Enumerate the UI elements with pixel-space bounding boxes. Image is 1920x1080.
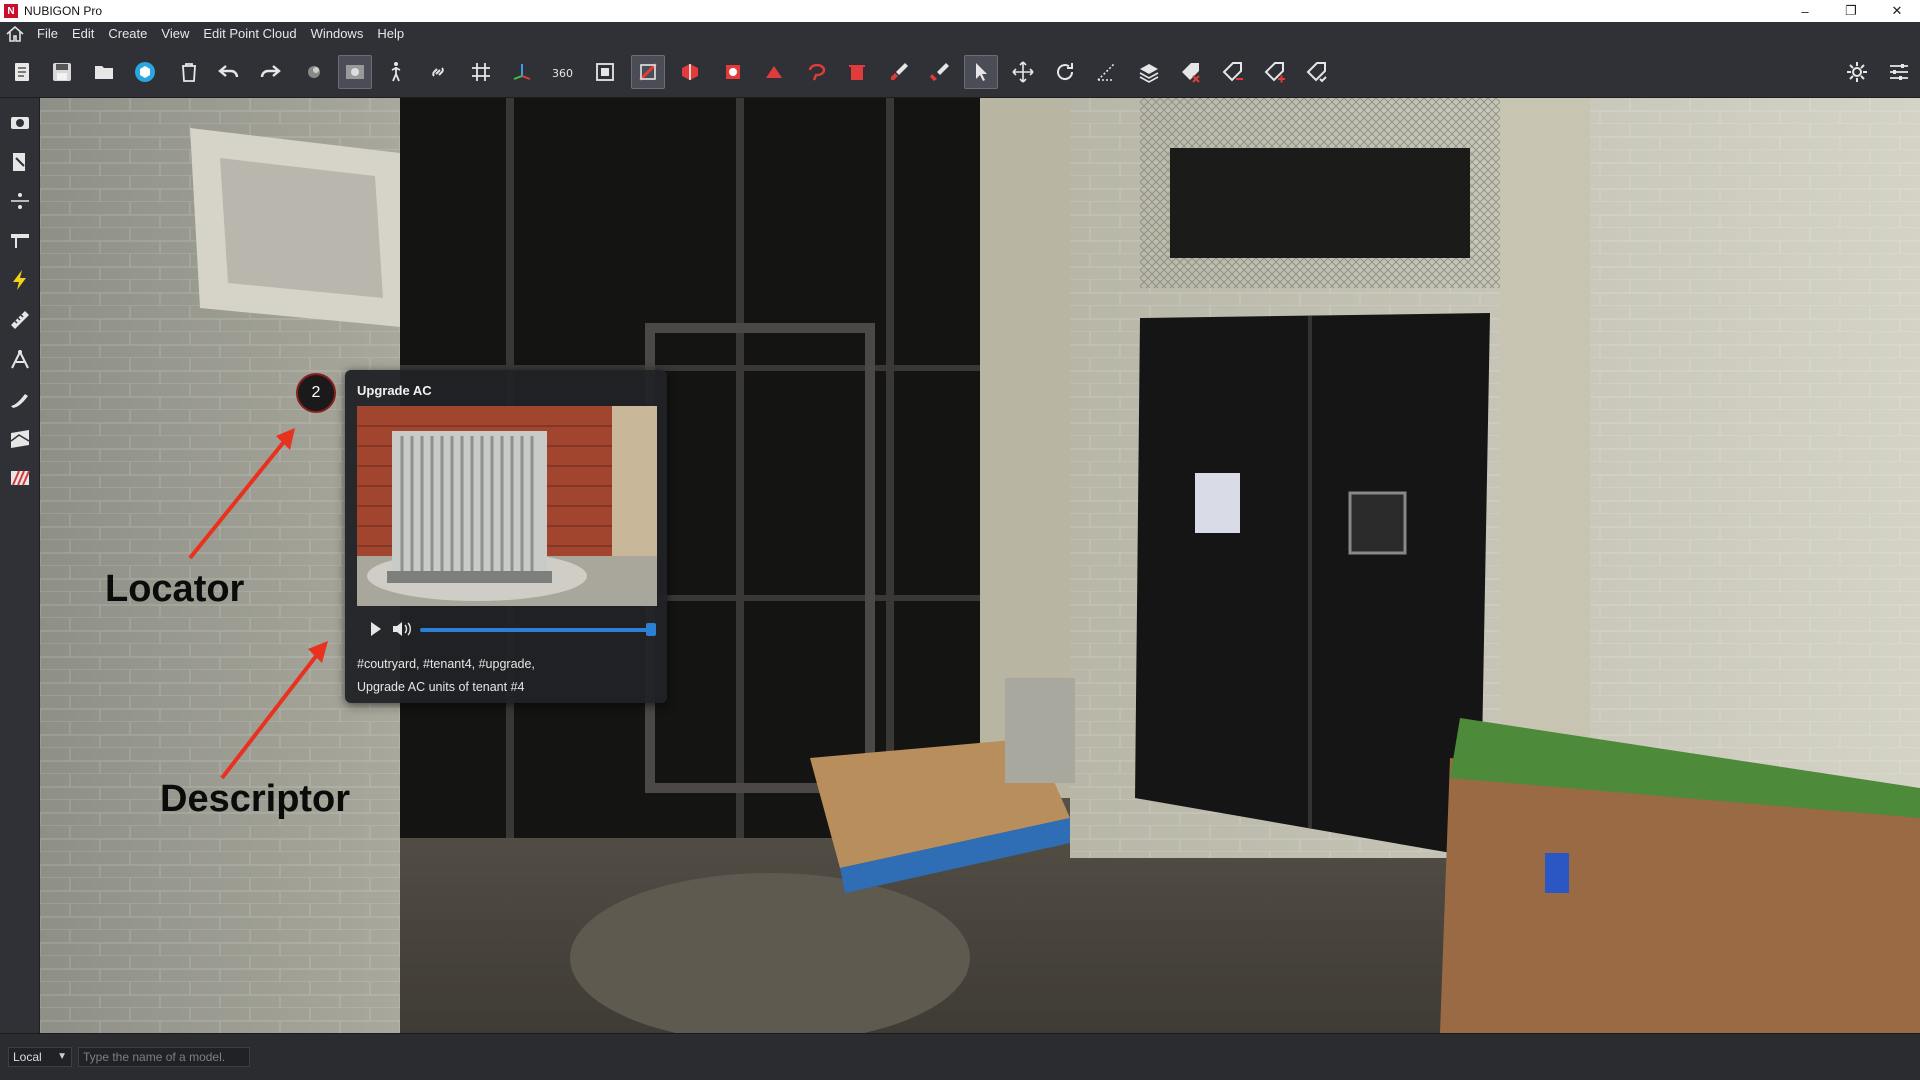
lasso-icon[interactable] <box>799 55 833 89</box>
waypoint-icon[interactable] <box>6 346 34 374</box>
trash-points-icon[interactable] <box>840 55 874 89</box>
save-icon[interactable] <box>45 55 79 89</box>
app-logo-icon: N <box>4 4 18 18</box>
progress-handle <box>646 623 656 636</box>
volume-icon <box>393 622 402 636</box>
360-icon[interactable]: 360 <box>546 55 580 89</box>
align-icon[interactable] <box>6 187 34 215</box>
menu-create[interactable]: Create <box>101 22 154 46</box>
annotation-locator[interactable]: 2 <box>296 373 336 413</box>
brush-icon[interactable] <box>882 55 916 89</box>
menu-view[interactable]: View <box>154 22 196 46</box>
menu-windows[interactable]: Windows <box>304 22 371 46</box>
layers-icon[interactable] <box>1132 55 1166 89</box>
menu-edit-point-cloud[interactable]: Edit Point Cloud <box>196 22 303 46</box>
grid-icon[interactable] <box>464 55 498 89</box>
play-icon <box>371 622 381 636</box>
ruler-icon[interactable] <box>6 306 34 334</box>
undo-icon[interactable] <box>212 55 246 89</box>
audio-player <box>357 618 657 640</box>
section-box-icon[interactable] <box>631 55 665 89</box>
frame-icon[interactable] <box>588 55 622 89</box>
measure-icon[interactable] <box>1089 55 1123 89</box>
chevron-down-icon: ▼ <box>57 1051 67 1062</box>
light-icon[interactable] <box>297 55 331 89</box>
menu-file[interactable]: File <box>30 22 65 46</box>
locator-callout-label: Locator <box>105 568 245 610</box>
annotation-description: #coutryard, #tenant4, #upgrade, Upgrade … <box>357 653 535 699</box>
window-title: NUBIGON Pro <box>24 4 103 18</box>
rotate-icon[interactable] <box>1048 55 1082 89</box>
coordinate-mode-select[interactable]: Local ▼ <box>8 1047 72 1067</box>
erase-icon[interactable] <box>923 55 957 89</box>
tag-add-icon[interactable] <box>1258 55 1292 89</box>
open-folder-icon[interactable] <box>87 55 121 89</box>
menu-help[interactable]: Help <box>370 22 411 46</box>
point-cloud-viewport[interactable]: Locator Descriptor <box>40 98 1920 1033</box>
status-bar: Local ▼ <box>0 1033 1920 1080</box>
settings-icon[interactable] <box>1840 55 1874 89</box>
move-icon[interactable] <box>1006 55 1040 89</box>
restore-button[interactable]: ❐ <box>1828 0 1874 22</box>
pin-icon[interactable] <box>6 226 34 254</box>
select-cursor-icon[interactable] <box>964 55 998 89</box>
model-name-input[interactable] <box>78 1047 250 1067</box>
annotation-tags: #coutryard, #tenant4, #upgrade, <box>357 657 535 671</box>
paint-icon[interactable] <box>6 386 34 414</box>
coordinate-mode-value: Local <box>13 1050 42 1064</box>
main-toolbar: 360 <box>0 46 1920 98</box>
annotation-photo <box>357 406 657 606</box>
menu-bar: File Edit Create View Edit Point Cloud W… <box>0 22 1920 46</box>
tag-check-icon[interactable] <box>1300 55 1334 89</box>
camera-icon[interactable] <box>6 108 34 136</box>
lightning-icon[interactable] <box>6 266 34 294</box>
clip-icon[interactable] <box>716 55 750 89</box>
marker-icon[interactable] <box>6 148 34 176</box>
tag-remove-icon[interactable] <box>1216 55 1250 89</box>
home-icon[interactable] <box>0 22 30 46</box>
cube-icon[interactable] <box>128 55 162 89</box>
annotation-title: Upgrade AC <box>357 383 432 398</box>
descriptor-callout-label: Descriptor <box>160 778 351 820</box>
annotation-text: Upgrade AC units of tenant #4 <box>357 680 525 694</box>
crop-icon[interactable] <box>757 55 791 89</box>
link-icon[interactable] <box>421 55 455 89</box>
svg-text:360: 360 <box>552 67 573 80</box>
minimize-button[interactable]: – <box>1782 0 1828 22</box>
texture-icon[interactable] <box>6 425 34 453</box>
left-toolbar <box>0 98 40 1033</box>
annotation-descriptor-card: Upgrade AC #coutryard, #tenant4, #upgrad… <box>345 370 667 703</box>
render-icon[interactable] <box>338 55 372 89</box>
axes-icon[interactable] <box>505 55 539 89</box>
stripes-icon[interactable] <box>6 464 34 492</box>
title-bar: N NUBIGON Pro – ❐ ✕ <box>0 0 1920 22</box>
menu-edit[interactable]: Edit <box>65 22 101 46</box>
delete-icon[interactable] <box>172 55 206 89</box>
scene-render <box>40 98 1920 1033</box>
new-file-icon[interactable] <box>5 55 39 89</box>
tag-icon[interactable] <box>1174 55 1208 89</box>
sliders-icon[interactable] <box>1882 55 1916 89</box>
section-red-icon[interactable] <box>673 55 707 89</box>
redo-icon[interactable] <box>253 55 287 89</box>
walk-icon[interactable] <box>379 55 413 89</box>
progress-track <box>420 628 650 632</box>
close-button[interactable]: ✕ <box>1874 0 1920 22</box>
